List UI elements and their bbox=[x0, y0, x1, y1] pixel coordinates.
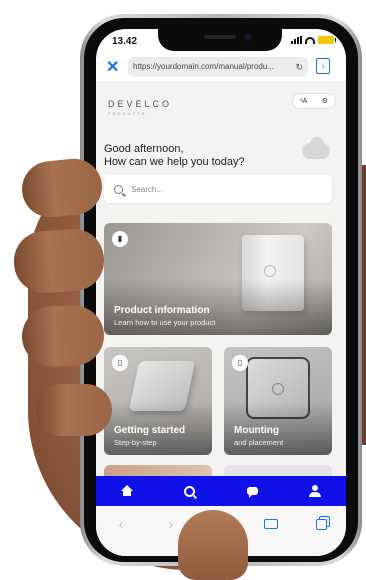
bookmarks-button[interactable] bbox=[259, 514, 283, 534]
home-icon bbox=[121, 485, 134, 496]
greeting-line2: How can we help you today? bbox=[104, 156, 245, 168]
nav-home[interactable] bbox=[112, 476, 142, 506]
tabs-button[interactable] bbox=[309, 514, 333, 534]
reload-icon[interactable]: ↻ bbox=[295, 57, 303, 77]
card-mounting[interactable]: ▯ Mounting and placement bbox=[224, 347, 332, 455]
url-field[interactable]: https://yourdomain.com/manual/produ... ↻ bbox=[128, 57, 308, 77]
status-time: 13.42 bbox=[112, 36, 138, 47]
translate-icon[interactable]: ᵃA bbox=[300, 98, 307, 105]
battery-icon bbox=[318, 36, 336, 44]
card-product-information[interactable]: ▮ Product information Learn how to use y… bbox=[104, 223, 332, 335]
wifi-icon bbox=[305, 36, 315, 44]
nav-user[interactable] bbox=[300, 476, 330, 506]
tabs-icon bbox=[315, 519, 327, 530]
nav-search[interactable] bbox=[175, 476, 205, 506]
device-icon: ▮ bbox=[112, 231, 128, 247]
brand-logo: DEVELCO bbox=[108, 99, 173, 109]
bottom-nav bbox=[96, 476, 346, 506]
search-placeholder: Search... bbox=[131, 184, 164, 194]
signal-icon bbox=[291, 36, 302, 44]
bookmarks-icon bbox=[264, 519, 278, 529]
card-subtitle: Step-by-step bbox=[114, 438, 157, 447]
hand-thumb bbox=[178, 510, 248, 580]
card-title: Mounting bbox=[234, 425, 279, 436]
hand-finger bbox=[36, 384, 112, 436]
gear-icon[interactable]: ⚙ bbox=[322, 97, 328, 105]
brand-logo-sub: PRODUCTS bbox=[108, 111, 147, 116]
card-subtitle: and placement bbox=[234, 438, 284, 447]
card-title: Product information bbox=[114, 305, 210, 316]
url-text: https://yourdomain.com/manual/produ... bbox=[133, 62, 274, 71]
search-input[interactable]: Search... bbox=[104, 175, 332, 203]
nav-chat[interactable] bbox=[237, 476, 267, 506]
card-subtitle: Learn how to use your product bbox=[114, 318, 216, 327]
camera bbox=[244, 33, 252, 41]
back-icon[interactable]: ‹ bbox=[109, 514, 133, 534]
document-icon: ▯ bbox=[232, 355, 248, 371]
user-icon bbox=[308, 485, 321, 497]
cloud-icon bbox=[302, 137, 330, 159]
search-icon bbox=[184, 485, 196, 497]
speaker bbox=[204, 35, 236, 39]
hand-finger bbox=[11, 226, 107, 296]
search-icon bbox=[114, 184, 123, 194]
page: DEVELCO PRODUCTS ᵃA ⚙ Good afternoon, Ho… bbox=[96, 81, 346, 477]
chat-icon bbox=[246, 487, 258, 498]
notch bbox=[158, 29, 282, 51]
greeting-line1: Good afternoon, bbox=[104, 143, 184, 155]
document-icon: ▯ bbox=[112, 355, 128, 371]
language-settings-chip[interactable]: ᵃA ⚙ bbox=[292, 93, 336, 109]
phone-screen: 13.42 ✕ https://yourdomain.com/manual/pr… bbox=[96, 29, 346, 556]
status-icons bbox=[291, 36, 336, 44]
download-icon[interactable]: ↓ bbox=[316, 58, 330, 74]
browser-url-bar: ✕ https://yourdomain.com/manual/produ...… bbox=[96, 55, 346, 79]
hand-finger bbox=[20, 304, 106, 368]
forward-icon[interactable]: › bbox=[159, 514, 183, 534]
close-icon[interactable]: ✕ bbox=[106, 57, 119, 77]
card-title: Getting started bbox=[114, 425, 186, 436]
card-getting-started[interactable]: ▯ Getting started Step-by-step bbox=[104, 347, 212, 455]
